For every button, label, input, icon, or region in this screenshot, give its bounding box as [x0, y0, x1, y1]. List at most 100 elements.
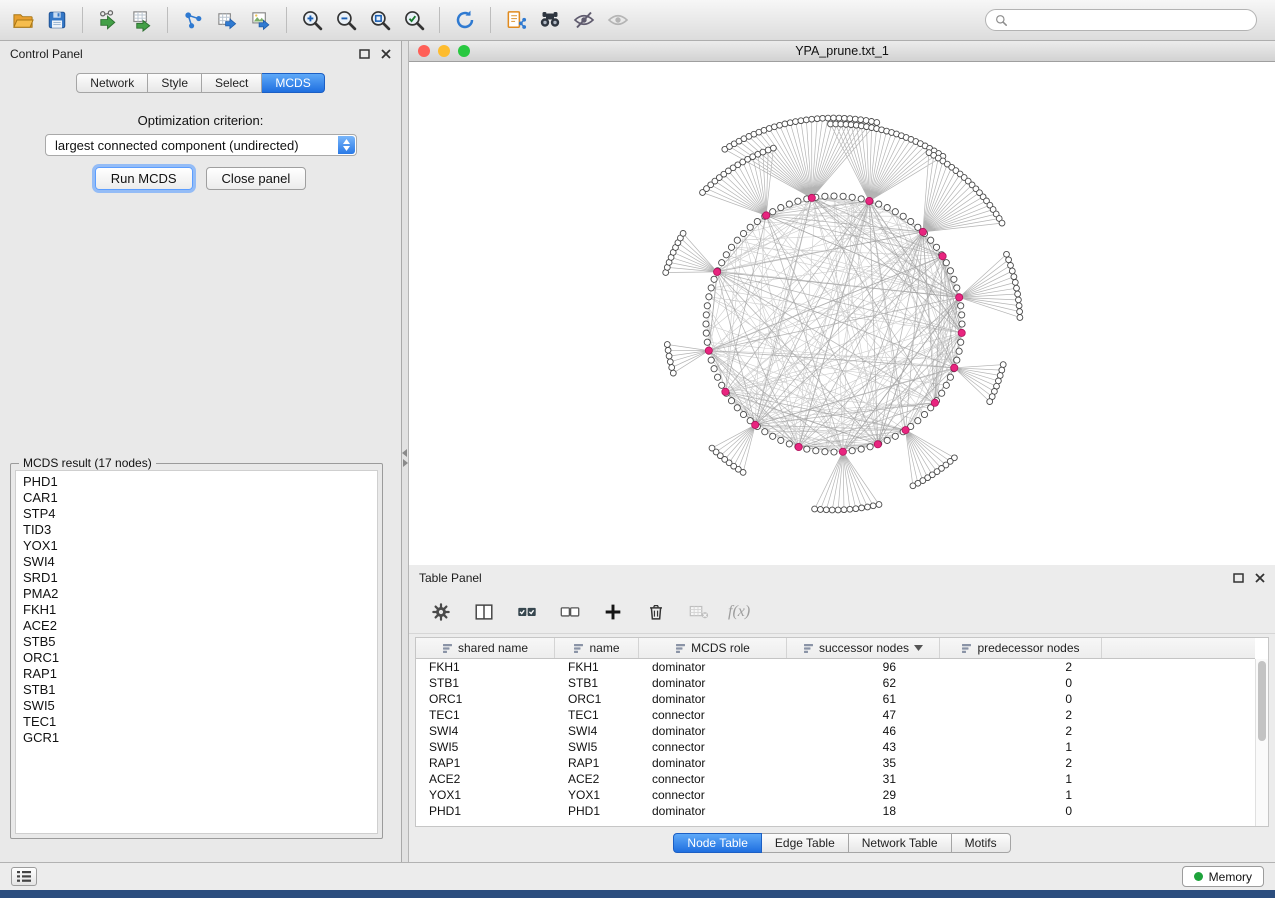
cell-predecessor-nodes[interactable]: 2	[940, 723, 1102, 739]
export-image-button[interactable]	[244, 4, 278, 36]
cell-successor-nodes[interactable]: 47	[787, 707, 940, 723]
network-graph[interactable]	[409, 62, 1275, 565]
show-column-button[interactable]	[470, 596, 498, 628]
memory-button[interactable]: Memory	[1182, 866, 1264, 887]
float-panel-icon[interactable]	[359, 49, 370, 59]
tab-network-table[interactable]: Network Table	[849, 833, 952, 853]
sort-icon[interactable]	[442, 643, 453, 654]
run-mcds-button[interactable]: Run MCDS	[95, 167, 193, 190]
import-network-button[interactable]	[91, 4, 125, 36]
cell-mcds-role[interactable]: dominator	[639, 691, 787, 707]
cell-mcds-role[interactable]: connector	[639, 707, 787, 723]
criterion-dropdown[interactable]: largest connected component (undirected)	[45, 134, 357, 156]
cell-successor-nodes[interactable]: 62	[787, 675, 940, 691]
cell-shared-name[interactable]: ACE2	[416, 771, 555, 787]
mcds-result-node[interactable]: STB5	[23, 634, 377, 650]
cell-mcds-role[interactable]: connector	[639, 739, 787, 755]
table-settings-button[interactable]	[427, 596, 455, 628]
cell-predecessor-nodes[interactable]: 1	[940, 787, 1102, 803]
zoom-in-button[interactable]	[295, 4, 329, 36]
network-titlebar[interactable]: YPA_prune.txt_1	[409, 41, 1275, 62]
table-row[interactable]: PHD1PHD1dominator180	[416, 803, 1255, 819]
cell-successor-nodes[interactable]: 29	[787, 787, 940, 803]
table-row[interactable]: STB1STB1dominator620	[416, 675, 1255, 691]
column-header-name[interactable]: name	[555, 638, 639, 658]
zoom-selected-button[interactable]	[397, 4, 431, 36]
import-table-button[interactable]	[125, 4, 159, 36]
table-row[interactable]: RAP1RAP1dominator352	[416, 755, 1255, 771]
collapse-left-icon[interactable]	[402, 449, 408, 457]
close-panel-button[interactable]: Close panel	[206, 167, 307, 190]
tab-style[interactable]: Style	[148, 73, 202, 93]
cell-predecessor-nodes[interactable]: 0	[940, 803, 1102, 819]
window-minimize-traffic-light[interactable]	[438, 45, 450, 57]
cell-mcds-role[interactable]: dominator	[639, 675, 787, 691]
column-header-successor-nodes[interactable]: successor nodes	[787, 638, 940, 658]
cell-mcds-role[interactable]: dominator	[639, 659, 787, 675]
column-header-predecessor-nodes[interactable]: predecessor nodes	[940, 638, 1102, 658]
mcds-result-node[interactable]: ACE2	[23, 618, 377, 634]
mcds-result-node[interactable]: SWI4	[23, 554, 377, 570]
cell-mcds-role[interactable]: dominator	[639, 755, 787, 771]
cell-mcds-role[interactable]: dominator	[639, 803, 787, 819]
column-header-shared-name[interactable]: shared name	[416, 638, 555, 658]
mcds-result-node[interactable]: SWI5	[23, 698, 377, 714]
mcds-result-node[interactable]: SRD1	[23, 570, 377, 586]
cell-successor-nodes[interactable]: 18	[787, 803, 940, 819]
cell-shared-name[interactable]: RAP1	[416, 755, 555, 771]
cell-shared-name[interactable]: SWI4	[416, 723, 555, 739]
mcds-result-node[interactable]: FKH1	[23, 602, 377, 618]
network-canvas[interactable]	[409, 62, 1275, 565]
save-session-button[interactable]	[40, 4, 74, 36]
show-all-button[interactable]	[601, 4, 635, 36]
deselect-all-button[interactable]	[556, 596, 584, 628]
mcds-result-node[interactable]: YOX1	[23, 538, 377, 554]
cell-name[interactable]: SWI5	[555, 739, 639, 755]
first-neighbors-button[interactable]	[533, 4, 567, 36]
cell-predecessor-nodes[interactable]: 0	[940, 691, 1102, 707]
zoom-out-button[interactable]	[329, 4, 363, 36]
cell-name[interactable]: ORC1	[555, 691, 639, 707]
open-session-button[interactable]	[6, 4, 40, 36]
mcds-result-node[interactable]: CAR1	[23, 490, 377, 506]
add-column-button[interactable]	[599, 596, 627, 628]
mcds-result-node[interactable]: RAP1	[23, 666, 377, 682]
mcds-result-node[interactable]: TID3	[23, 522, 377, 538]
mcds-result-node[interactable]: STB1	[23, 682, 377, 698]
mcds-result-node[interactable]: GCR1	[23, 730, 377, 746]
mcds-result-node[interactable]: PHD1	[23, 474, 377, 490]
tab-mcds[interactable]: MCDS	[262, 73, 324, 93]
sort-caret-icon[interactable]	[914, 645, 923, 651]
tab-network[interactable]: Network	[76, 73, 148, 93]
cell-mcds-role[interactable]: connector	[639, 771, 787, 787]
scrollbar-thumb[interactable]	[1258, 661, 1266, 741]
share-style-button[interactable]	[499, 4, 533, 36]
function-builder-label[interactable]: f(x)	[728, 603, 750, 621]
cell-shared-name[interactable]: TEC1	[416, 707, 555, 723]
refresh-button[interactable]	[448, 4, 482, 36]
cell-successor-nodes[interactable]: 96	[787, 659, 940, 675]
tab-edge-table[interactable]: Edge Table	[762, 833, 849, 853]
cell-shared-name[interactable]: YOX1	[416, 787, 555, 803]
close-panel-icon[interactable]	[381, 49, 391, 59]
zoom-fit-button[interactable]	[363, 4, 397, 36]
tab-motifs[interactable]: Motifs	[952, 833, 1011, 853]
float-panel-icon[interactable]	[1233, 573, 1244, 583]
window-close-traffic-light[interactable]	[418, 45, 430, 57]
table-row[interactable]: YOX1YOX1connector291	[416, 787, 1255, 803]
table-row[interactable]: ACE2ACE2connector311	[416, 771, 1255, 787]
close-panel-icon[interactable]	[1255, 573, 1265, 583]
panel-splitter[interactable]	[402, 41, 409, 862]
cell-successor-nodes[interactable]: 31	[787, 771, 940, 787]
cell-name[interactable]: PHD1	[555, 803, 639, 819]
tab-node-table[interactable]: Node Table	[673, 833, 762, 853]
expand-right-icon[interactable]	[402, 459, 408, 467]
cell-name[interactable]: RAP1	[555, 755, 639, 771]
table-row[interactable]: FKH1FKH1dominator962	[416, 659, 1255, 675]
column-header-MCDS-role[interactable]: MCDS role	[639, 638, 787, 658]
cell-predecessor-nodes[interactable]: 2	[940, 659, 1102, 675]
select-all-button[interactable]	[513, 596, 541, 628]
cell-predecessor-nodes[interactable]: 1	[940, 739, 1102, 755]
sort-icon[interactable]	[803, 643, 814, 654]
export-table-button[interactable]	[210, 4, 244, 36]
